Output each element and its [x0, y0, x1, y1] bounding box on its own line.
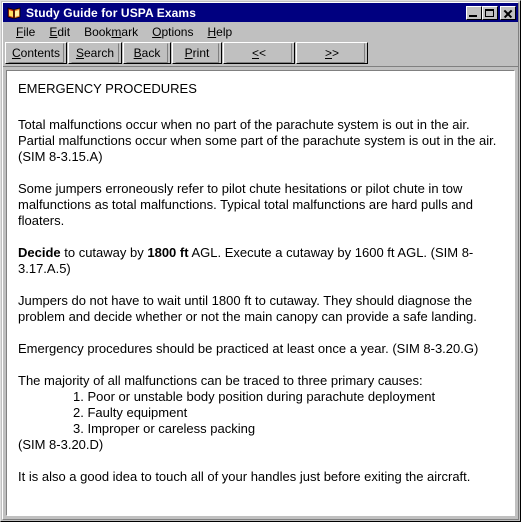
- menu-item-options[interactable]: Options: [145, 24, 200, 40]
- paragraph-pilot-chute: Some jumpers erroneously refer to pilot …: [18, 181, 473, 228]
- minimize-button[interactable]: [466, 5, 482, 20]
- list-item: 1. Poor or unstable body position during…: [73, 389, 436, 404]
- paragraph-line: Partial malfunctions occur when some par…: [18, 133, 497, 148]
- paragraph-line: Total malfunctions occur when no part of…: [18, 117, 470, 132]
- paragraph-causes-citation: (SIM 8-3.20.D): [18, 437, 104, 452]
- window-title: Study Guide for USPA Exams: [26, 5, 196, 20]
- back-button[interactable]: Back: [123, 42, 171, 64]
- paragraph-causes-intro: The majority of all malfunctions can be …: [18, 373, 423, 388]
- book-icon: [6, 5, 22, 21]
- paragraph-citation: (SIM 8-3.15.A): [18, 149, 103, 164]
- paragraph-diagnose: Jumpers do not have to wait until 1800 f…: [18, 293, 477, 324]
- bold-altitude: 1800 ft: [147, 245, 189, 260]
- window-controls: [466, 5, 516, 20]
- help-viewer-window: Study Guide for USPA Exams File Edit Boo…: [0, 0, 521, 522]
- close-button[interactable]: [500, 5, 516, 20]
- print-button[interactable]: Print: [172, 42, 222, 64]
- bold-decide: Decide: [18, 245, 61, 260]
- toolbar-empty-area: [369, 42, 518, 64]
- paragraph-total-partial: Total malfunctions occur when no part of…: [18, 117, 504, 165]
- causes-list: 1. Poor or unstable body position during…: [18, 389, 504, 437]
- toolbar: Contents Search Back Print < < > >: [3, 41, 518, 67]
- menu-bar: File Edit Bookmark Options Help: [3, 22, 518, 41]
- menu-item-bookmark[interactable]: Bookmark: [77, 24, 145, 40]
- maximize-button[interactable]: [482, 5, 498, 20]
- next-topic-button[interactable]: > >: [296, 42, 368, 64]
- paragraph-practice-yearly: Emergency procedures should be practiced…: [18, 341, 479, 356]
- menu-item-file[interactable]: File: [9, 24, 42, 40]
- previous-topic-button[interactable]: < <: [223, 42, 295, 64]
- search-button[interactable]: Search: [68, 42, 122, 64]
- paragraph-decide-altitude: Decide to cutaway by 1800 ft AGL. Execut…: [18, 245, 504, 277]
- contents-button[interactable]: Contents: [5, 42, 67, 64]
- menu-item-help[interactable]: Help: [200, 24, 239, 40]
- title-bar[interactable]: Study Guide for USPA Exams: [3, 3, 518, 22]
- window-inner-frame: Study Guide for USPA Exams File Edit Boo…: [2, 2, 519, 520]
- list-item: 3. Improper or careless packing: [73, 421, 256, 436]
- list-item: 2. Faulty equipment: [73, 405, 188, 420]
- menu-item-edit[interactable]: Edit: [42, 24, 77, 40]
- paragraph-touch-handles: It is also a good idea to touch all of y…: [18, 469, 471, 484]
- text-run: to cutaway by: [60, 245, 148, 260]
- topic-content-pane: EMERGENCY PROCEDURES Total malfunctions …: [6, 70, 515, 516]
- topic-heading: EMERGENCY PROCEDURES: [18, 81, 197, 96]
- topic-text: EMERGENCY PROCEDURES Total malfunctions …: [7, 71, 514, 515]
